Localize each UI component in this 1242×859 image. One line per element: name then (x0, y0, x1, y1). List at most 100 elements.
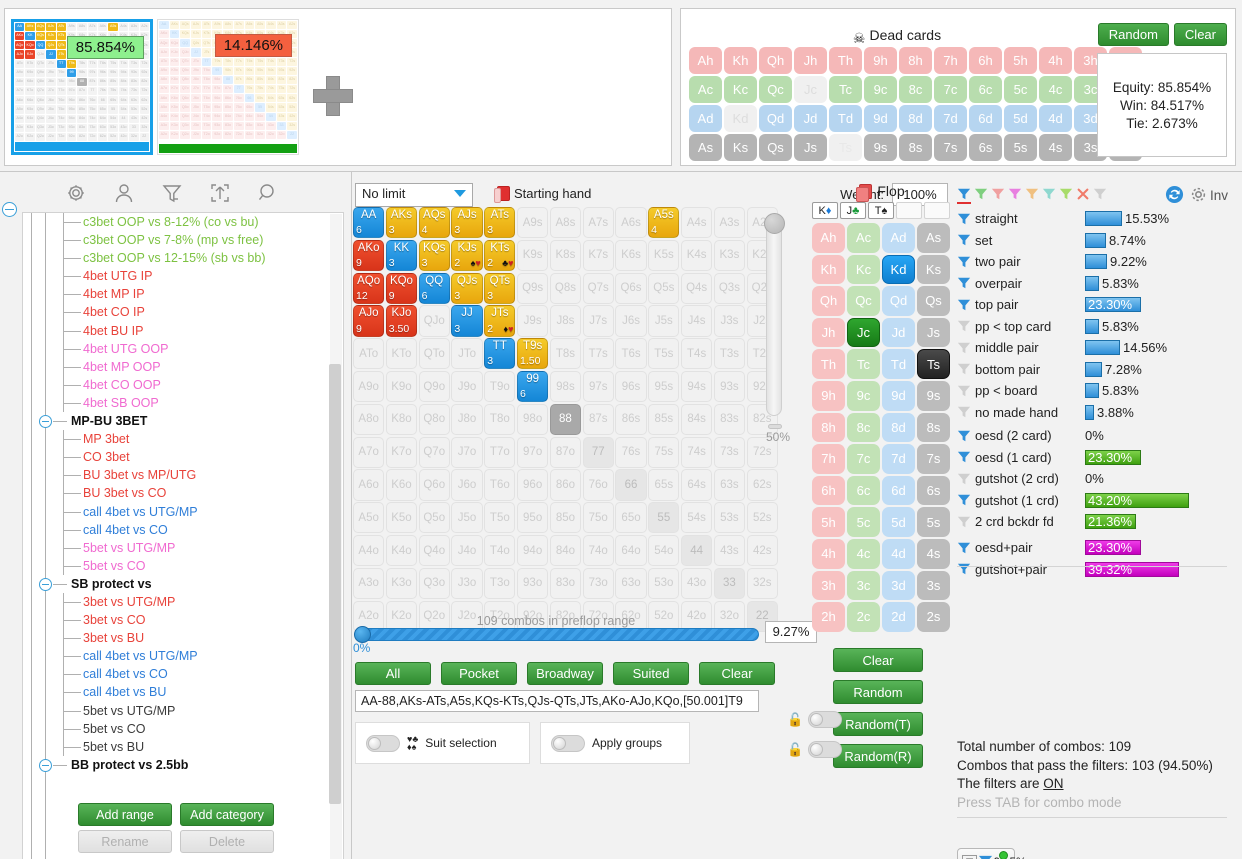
hand-cell-T9o[interactable]: T9o (484, 370, 516, 403)
hand-cell-J8s[interactable]: J8s (549, 305, 582, 337)
tree-item[interactable]: MP 3bet (23, 430, 343, 449)
inv-label[interactable]: Inv (1210, 188, 1228, 203)
hand-cell-ATo[interactable]: ATo (353, 338, 385, 370)
filter-toggle-funnel-icon[interactable] (957, 562, 971, 576)
hand-cell-85o[interactable]: 85o (549, 502, 582, 534)
hand-cell-K4s[interactable]: K4s (680, 239, 713, 272)
tree-item[interactable]: c3bet OOP vs 12-15% (sb vs bb) (23, 249, 343, 268)
tree-category[interactable]: MP-BU 3BET (23, 412, 343, 430)
quick-button-pocket[interactable]: Pocket (441, 662, 517, 685)
hand-cell-T7s[interactable]: T7s (582, 338, 614, 370)
board-card-7c[interactable]: 7c (847, 444, 880, 474)
hand-cell-96s[interactable]: 96s (615, 370, 647, 403)
tree-item[interactable]: CO 3bet (23, 448, 343, 467)
hand-cell-A7o[interactable]: A7o (353, 436, 385, 468)
suit-selection-toggle[interactable] (366, 734, 400, 752)
hand-cell-A6o[interactable]: A6o (353, 469, 385, 501)
hand-cell-Q8o[interactable]: Q8o (418, 403, 450, 436)
tree-item[interactable]: 4bet CO OOP (23, 375, 343, 394)
hand-cell-K5s[interactable]: K5s (648, 239, 680, 272)
hand-cell-A9s[interactable]: A9s (516, 207, 549, 239)
tree-item[interactable]: 5bet vs CO (23, 719, 343, 738)
hand-cell-T5s[interactable]: T5s (648, 338, 680, 370)
hand-cell-74o[interactable]: 74o (582, 534, 614, 567)
filter-toggle-funnel-icon[interactable] (957, 493, 971, 507)
dead-card-5d[interactable]: 5d (1004, 105, 1037, 132)
range-percent-slider[interactable] (354, 626, 759, 643)
hand-cell-98o[interactable]: 98o (516, 403, 549, 436)
filter-toggle-funnel-icon[interactable] (957, 298, 971, 312)
hand-cell-K6s[interactable]: K6s (615, 239, 647, 272)
board-card-4s[interactable]: 4s (917, 538, 950, 569)
hand-cell-A7s[interactable]: A7s (582, 207, 614, 239)
hand-cell-AQs[interactable]: AQs 4 (418, 207, 450, 239)
hand-cell-99[interactable]: 99 6 (516, 370, 549, 403)
tree-item[interactable]: 4bet MP IP (23, 285, 343, 304)
hand-cell-T7o[interactable]: T7o (484, 436, 516, 468)
hand-cell-J7s[interactable]: J7s (582, 305, 614, 337)
hand-cell-77[interactable]: 77 (582, 436, 614, 468)
filter-badge[interactable]: F 94.5% (957, 848, 1026, 859)
hand-cell-JTo[interactable]: JTo (451, 338, 483, 370)
board-card-Jd[interactable]: Jd (882, 317, 915, 348)
lock-toggle-t[interactable] (808, 711, 843, 728)
tree-item[interactable]: 3bet vs CO (23, 611, 343, 630)
hand-cell-J3o[interactable]: J3o (451, 567, 483, 600)
hand-cell-83s[interactable]: 83s (713, 403, 746, 436)
hand-cell-A5o[interactable]: A5o (353, 502, 385, 534)
hand-cell-K3s[interactable]: K3s (713, 239, 746, 272)
tree-expander[interactable] (39, 577, 52, 591)
export-icon[interactable] (208, 181, 234, 207)
hand-cell-J7o[interactable]: J7o (451, 436, 483, 468)
tree-item[interactable]: 4bet BU IP (23, 321, 343, 340)
quick-button-suited[interactable]: Suited (613, 662, 689, 685)
board-card-Td[interactable]: Td (882, 349, 915, 379)
board-card-8s[interactable]: 8s (917, 412, 950, 443)
gear-icon[interactable] (64, 181, 90, 207)
board-slot-4[interactable] (896, 202, 922, 219)
board-card-6s[interactable]: 6s (917, 475, 950, 506)
tree-expander[interactable] (39, 415, 52, 429)
hand-cell-A5s[interactable]: A5s 4 (648, 207, 680, 239)
hand-cell-KJs[interactable]: KJs 2 ♠♥ (451, 239, 483, 272)
hand-cell-76o[interactable]: 76o (582, 469, 614, 501)
tree-item[interactable]: call 4bet vs BU (23, 683, 343, 702)
lock-icon[interactable]: 🔓 (787, 742, 803, 758)
hand-cell-KTo[interactable]: KTo (385, 338, 418, 370)
hand-cell-J6o[interactable]: J6o (451, 469, 483, 501)
filter-toggle-funnel-icon[interactable] (957, 212, 971, 226)
dead-card-7c[interactable]: 7c (934, 76, 967, 103)
tree-category[interactable]: SB protect vs (23, 575, 343, 593)
dead-card-6s[interactable]: 6s (969, 134, 1002, 161)
range-preview-player1[interactable]: AA AKs AQs AJs ATs A9s A8s A7s A6s A5s A4s A3s A2s AK… (11, 19, 153, 155)
hand-cell-K7s[interactable]: K7s (582, 239, 614, 272)
board-card-2c[interactable]: 2c (847, 602, 880, 632)
board-card-Ad[interactable]: Ad (882, 223, 915, 253)
dead-card-Ac[interactable]: Ac (689, 76, 722, 103)
tree-item[interactable]: 4bet CO IP (23, 303, 343, 322)
hand-cell-QQ[interactable]: QQ 6 (418, 272, 450, 304)
dead-card-Jh[interactable]: Jh (794, 47, 827, 74)
hand-cell-Q7s[interactable]: Q7s (582, 272, 614, 304)
hand-cell-Q5s[interactable]: Q5s (648, 272, 680, 304)
filter-preset-4-icon[interactable] (1008, 187, 1022, 201)
hand-cell-AKs[interactable]: AKs 3 (385, 207, 418, 239)
dead-card-Ts[interactable]: Ts (829, 134, 862, 161)
tree-item[interactable]: c3bet OOP vs 8-12% (co vs bu) (23, 213, 343, 232)
board-slot-2[interactable]: J ♣ (840, 202, 866, 219)
hand-cell-87o[interactable]: 87o (549, 436, 582, 468)
dead-card-8d[interactable]: 8d (899, 105, 932, 132)
hand-cell-86s[interactable]: 86s (615, 403, 647, 436)
hand-cell-64s[interactable]: 64s (680, 469, 713, 501)
dead-card-6c[interactable]: 6c (969, 76, 1002, 103)
filter-toggle-funnel-icon[interactable] (957, 429, 971, 443)
hand-cell-62s[interactable]: 62s (746, 469, 778, 501)
dead-card-9c[interactable]: 9c (864, 76, 897, 103)
board-card-Kh[interactable]: Kh (812, 254, 845, 285)
filter-preset-disabled-icon[interactable] (1093, 187, 1107, 201)
hand-cell-43s[interactable]: 43s (713, 534, 746, 567)
hand-cell-54o[interactable]: 54o (648, 534, 680, 567)
hand-cell-KQs[interactable]: KQs 3 (418, 239, 450, 272)
hand-cell-T3o[interactable]: T3o (484, 567, 516, 600)
hand-cell-76s[interactable]: 76s (615, 436, 647, 468)
